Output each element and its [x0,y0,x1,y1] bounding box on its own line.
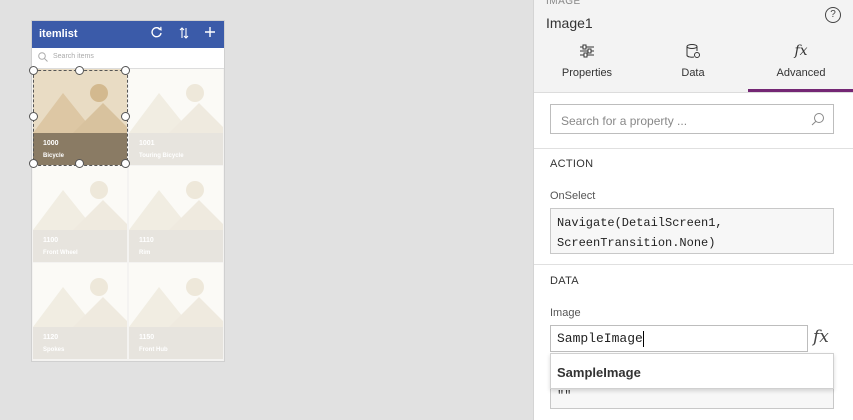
formula-line: Navigate(DetailScreen1, [557,216,723,230]
help-icon[interactable]: ? [825,7,841,23]
autocomplete-suggestion[interactable]: SampleImage [550,353,834,389]
tile-number: 1110 [139,237,154,244]
resize-handle[interactable] [29,112,38,121]
gallery-tile[interactable]: 1150 Front Hub [129,263,223,359]
tile-number: 1120 [43,334,59,341]
fx-icon: fx [794,43,808,59]
panel-header: IMAGE Image1 ? Properties Data fx Advanc… [534,0,853,93]
fx-icon[interactable]: fx [813,327,829,347]
tile-name: Touring Bicycle [139,153,184,159]
search-placeholder: Search for a property ... [561,114,688,128]
tile-caption [33,230,127,262]
divider [534,148,853,149]
gallery-tile[interactable]: 1110 Rim [129,166,223,262]
tab-data[interactable]: Data [640,43,746,91]
tile-caption [129,230,223,262]
resize-handle[interactable] [121,66,130,75]
tile-number: 1000 [43,140,59,147]
resize-handle[interactable] [75,159,84,168]
tile-name: Front Wheel [43,250,78,256]
text-caret [642,330,644,347]
tile-number: 1150 [139,334,155,341]
onselect-formula[interactable]: Navigate(DetailScreen1, ScreenTransition… [550,208,834,254]
add-icon[interactable] [203,26,217,42]
tab-label: Properties [561,67,613,79]
tile-number: 1100 [43,237,59,244]
section-header-action: ACTION [550,158,594,170]
control-type: IMAGE [546,0,581,7]
sort-icon[interactable] [177,26,191,42]
database-icon [640,43,746,61]
refresh-icon[interactable] [149,26,163,42]
app-header: itemlist [32,21,224,48]
onselect-label: OnSelect [550,190,596,202]
sliders-icon [534,43,640,61]
tile-name: Front Hub [139,347,168,353]
resize-handle[interactable] [121,112,130,121]
tab-properties[interactable]: Properties [534,43,640,91]
tile-name: Bicycle [43,153,65,159]
gallery-tile[interactable]: 1100 Front Wheel [33,166,127,262]
formula-value: SampleImage [557,331,643,346]
search-icon [811,113,824,126]
resize-handle[interactable] [29,159,38,168]
property-search-input[interactable]: Search for a property ... [550,104,834,134]
image-formula-input[interactable]: SampleImage [550,325,808,352]
default-value-box[interactable]: "" [550,389,834,409]
search-icon [38,52,48,62]
property-panel: IMAGE Image1 ? Properties Data fx Advanc… [533,0,853,420]
tab-label: Advanced [776,67,826,79]
tile-caption [129,133,223,165]
suggestion-text: SampleImage [557,365,641,380]
image-label: Image [550,307,581,319]
resize-handle[interactable] [29,66,38,75]
resize-handle[interactable] [121,159,130,168]
tile-name: Spokes [43,347,65,353]
formula-line: ScreenTransition.None) [557,236,716,250]
tile-name: Rim [139,250,151,256]
tab-label: Data [681,67,705,79]
gallery-tile[interactable]: 1001 Touring Bicycle [129,69,223,165]
resize-handle[interactable] [75,66,84,75]
section-header-data: DATA [550,275,579,287]
tile-caption [33,327,127,359]
default-value: "" [557,389,572,403]
tab-advanced[interactable]: fx Advanced [748,43,853,92]
gallery-tile[interactable]: 1120 Spokes [33,263,127,359]
gallery-tile[interactable]: 1000 Bicycle [33,69,127,165]
divider [534,264,853,265]
tile-number: 1001 [139,140,155,147]
search-placeholder: Search items [53,53,94,60]
control-name[interactable]: Image1 [546,15,593,31]
tile-caption [129,327,223,359]
app-title: itemlist [39,28,78,40]
